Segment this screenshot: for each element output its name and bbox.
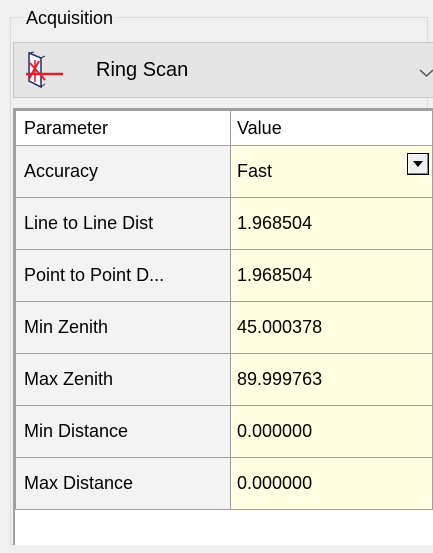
param-name-accuracy: Accuracy <box>15 145 231 198</box>
column-header-value[interactable]: Value <box>230 110 433 146</box>
table-row[interactable]: Min Zenith 45.000378 <box>15 301 433 354</box>
table-row[interactable]: Max Distance 0.000000 <box>15 457 433 510</box>
table-row[interactable]: Point to Point D... 1.968504 <box>15 249 433 302</box>
param-value-line-to-line-dist[interactable]: 1.968504 <box>230 197 433 250</box>
param-value-min-distance[interactable]: 0.000000 <box>230 405 433 458</box>
param-value-max-distance[interactable]: 0.000000 <box>230 457 433 510</box>
param-name-max-zenith: Max Zenith <box>15 353 231 406</box>
param-value-max-zenith[interactable]: 89.999763 <box>230 353 433 406</box>
table-header-row: Parameter Value <box>15 110 433 146</box>
acquisition-group-label: Acquisition <box>23 7 117 29</box>
param-value-point-to-point-dist[interactable]: 1.968504 <box>230 249 433 302</box>
param-name-min-zenith: Min Zenith <box>15 301 231 354</box>
table-row[interactable]: Accuracy Fast <box>15 145 433 198</box>
property-grid: Parameter Value Accuracy Fast Line to Li… <box>13 108 433 545</box>
dropdown-arrow-icon <box>413 161 423 167</box>
chevron-down-icon[interactable] <box>419 65 433 78</box>
table-row[interactable]: Line to Line Dist 1.968504 <box>15 197 433 250</box>
ring-scan-icon <box>24 51 66 89</box>
param-name-min-distance: Min Distance <box>15 405 231 458</box>
accuracy-select-value[interactable]: Fast <box>237 161 272 181</box>
param-name-line-to-line-dist: Line to Line Dist <box>15 197 231 250</box>
scan-type-dropdown[interactable]: Ring Scan <box>13 42 433 98</box>
param-name-point-to-point-dist: Point to Point D... <box>15 249 231 302</box>
param-value-min-zenith[interactable]: 45.000378 <box>230 301 433 354</box>
accuracy-dropdown-button[interactable] <box>407 153 429 175</box>
table-row[interactable]: Min Distance 0.000000 <box>15 405 433 458</box>
column-header-parameter[interactable]: Parameter <box>15 110 231 146</box>
param-value-accuracy[interactable]: Fast <box>230 145 433 198</box>
table-row[interactable]: Max Zenith 89.999763 <box>15 353 433 406</box>
param-name-max-distance: Max Distance <box>15 457 231 510</box>
scan-type-selected: Ring Scan <box>96 59 189 81</box>
property-table: Parameter Value Accuracy Fast Line to Li… <box>15 110 433 510</box>
